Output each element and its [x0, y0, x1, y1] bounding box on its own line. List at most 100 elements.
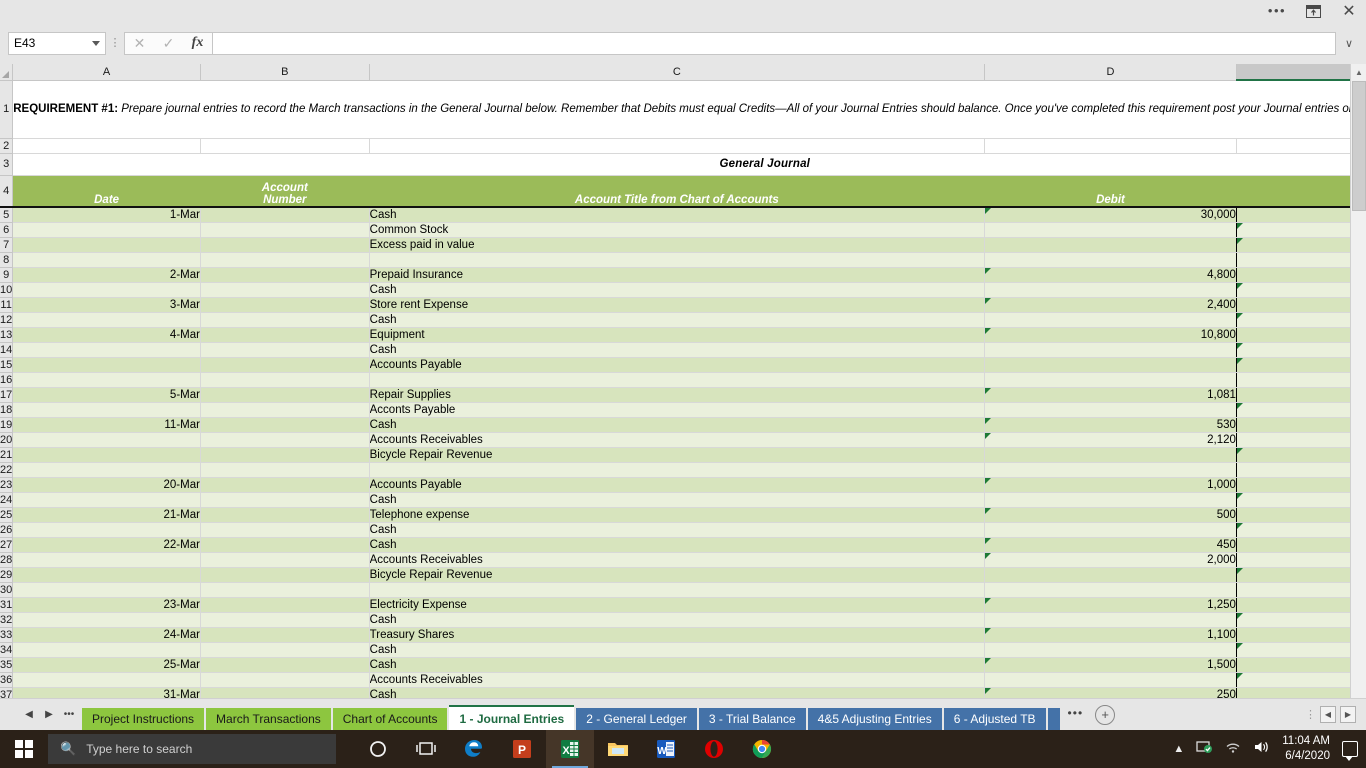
more-options-icon[interactable]: •••	[1266, 1, 1288, 21]
row-header-7[interactable]: 7	[0, 237, 13, 252]
cell-credit[interactable]	[1236, 207, 1366, 222]
cell-account-number[interactable]	[200, 432, 369, 447]
cell-account-title[interactable]: Cash	[369, 537, 984, 552]
row-header-18[interactable]: 18	[0, 402, 13, 417]
header-account-title[interactable]: Account Title from Chart of Accounts	[369, 175, 984, 207]
sheet-tab-march-transactions[interactable]: March Transactions	[206, 708, 331, 731]
cell-debit[interactable]	[985, 372, 1237, 387]
split-handle-icon[interactable]: ⋮	[1305, 711, 1316, 719]
cell-empty[interactable]	[369, 138, 984, 153]
cell-credit[interactable]: 25,000	[1236, 222, 1366, 237]
close-icon[interactable]: ✕	[1338, 1, 1360, 21]
cell-debit[interactable]: 1,250	[985, 597, 1237, 612]
select-all-corner[interactable]	[0, 64, 13, 80]
cell-date[interactable]: 22-Mar	[13, 537, 201, 552]
row-header-32[interactable]: 32	[0, 612, 13, 627]
row-header-4[interactable]: 4	[0, 175, 13, 207]
cell-date[interactable]	[13, 462, 201, 477]
name-box[interactable]: E43	[8, 32, 106, 55]
cell-account-title[interactable]: Electricity Expense	[369, 597, 984, 612]
cell-account-number[interactable]	[200, 687, 369, 698]
cell-debit[interactable]	[985, 642, 1237, 657]
cell-account-title[interactable]: Telephone expense	[369, 507, 984, 522]
sheet-tab-project-instructions[interactable]: Project Instructions	[82, 708, 204, 731]
cell-debit[interactable]	[985, 282, 1237, 297]
cell-account-title[interactable]: Cash	[369, 642, 984, 657]
cell-account-title[interactable]: Repair Supplies	[369, 387, 984, 402]
cell-date[interactable]	[13, 582, 201, 597]
cell-date[interactable]	[13, 432, 201, 447]
cell-date[interactable]	[13, 237, 201, 252]
row-header-6[interactable]: 6	[0, 222, 13, 237]
taskbar-opera-icon[interactable]	[690, 730, 738, 768]
cell-date[interactable]: 2-Mar	[13, 267, 201, 282]
column-header-A[interactable]: A	[13, 64, 201, 80]
cell-credit[interactable]	[1236, 627, 1366, 642]
cell-account-title[interactable]: Cash	[369, 417, 984, 432]
worksheet-grid[interactable]: ABCDEFGHIJKLMNOPQR 1REQUIREMENT #1: Prep…	[0, 64, 1366, 698]
row-header-36[interactable]: 36	[0, 672, 13, 687]
cell-account-number[interactable]	[200, 537, 369, 552]
cell-debit[interactable]: 1,100	[985, 627, 1237, 642]
cell-account-number[interactable]	[200, 627, 369, 642]
cell-account-title[interactable]: Cash	[369, 687, 984, 698]
cell-account-number[interactable]	[200, 372, 369, 387]
sheet-tab-1-journal-entries[interactable]: 1 - Journal Entries	[449, 705, 574, 731]
cell-credit[interactable]	[1236, 687, 1366, 698]
cell-debit[interactable]: 4,800	[985, 267, 1237, 282]
cell-credit[interactable]: 2,650	[1236, 447, 1366, 462]
cell-debit[interactable]	[985, 447, 1237, 462]
cell-debit[interactable]: 2,400	[985, 297, 1237, 312]
cell-account-title[interactable]: Treasury Shares	[369, 627, 984, 642]
cell-account-number[interactable]	[200, 387, 369, 402]
cell-date[interactable]	[13, 522, 201, 537]
cell-debit[interactable]: 1,000	[985, 477, 1237, 492]
cell-date[interactable]	[13, 222, 201, 237]
cell-account-number[interactable]	[200, 327, 369, 342]
cell-date[interactable]: 31-Mar	[13, 687, 201, 698]
row-header-37[interactable]: 37	[0, 687, 13, 698]
cell-account-title[interactable]: Accounts Receivables	[369, 672, 984, 687]
cell-debit[interactable]	[985, 222, 1237, 237]
cell-account-number[interactable]	[200, 507, 369, 522]
cell-account-number[interactable]	[200, 282, 369, 297]
cell-account-number[interactable]	[200, 597, 369, 612]
cell-debit[interactable]: 1,500	[985, 657, 1237, 672]
scroll-left-icon[interactable]: ◀	[1320, 706, 1336, 723]
cell-account-title[interactable]: Equipment	[369, 327, 984, 342]
cell-account-number[interactable]	[200, 522, 369, 537]
cell-account-title[interactable]	[369, 252, 984, 267]
cell-empty[interactable]	[200, 138, 369, 153]
row-header-17[interactable]: 17	[0, 387, 13, 402]
cell-credit[interactable]: 2,400	[1236, 312, 1366, 327]
row-header-35[interactable]: 35	[0, 657, 13, 672]
row-header-20[interactable]: 20	[0, 432, 13, 447]
cell-debit[interactable]	[985, 402, 1237, 417]
cell-account-number[interactable]	[200, 357, 369, 372]
cell-empty[interactable]	[13, 138, 201, 153]
header-date[interactable]: Date	[13, 175, 201, 207]
show-hidden-icons-icon[interactable]: ▲	[1173, 743, 1184, 755]
cell-account-number[interactable]	[200, 312, 369, 327]
cell-account-number[interactable]	[200, 417, 369, 432]
taskbar-clock[interactable]: 11:04 AM 6/4/2020	[1282, 734, 1330, 764]
taskbar-task-view-icon[interactable]	[402, 730, 450, 768]
cell-date[interactable]	[13, 312, 201, 327]
header-account-number[interactable]: AccountNumber	[200, 175, 369, 207]
cell-date[interactable]	[13, 567, 201, 582]
cell-debit[interactable]	[985, 612, 1237, 627]
cell-date[interactable]	[13, 357, 201, 372]
cell-account-title[interactable]: Store rent Expense	[369, 297, 984, 312]
taskbar-search-input[interactable]: 🔍 Type here to search	[48, 734, 336, 764]
insert-function-icon[interactable]: fx	[192, 35, 204, 51]
cell-credit[interactable]	[1236, 417, 1366, 432]
cell-date[interactable]	[13, 252, 201, 267]
column-header-B[interactable]: B	[200, 64, 369, 80]
cell-credit[interactable]	[1236, 582, 1366, 597]
cell-account-title[interactable]: Bicycle Repair Revenue	[369, 567, 984, 582]
cell-date[interactable]: 25-Mar	[13, 657, 201, 672]
cell-account-number[interactable]	[200, 222, 369, 237]
start-button[interactable]	[0, 730, 48, 768]
cell-account-number[interactable]	[200, 642, 369, 657]
add-sheet-button[interactable]: +	[1095, 705, 1115, 725]
